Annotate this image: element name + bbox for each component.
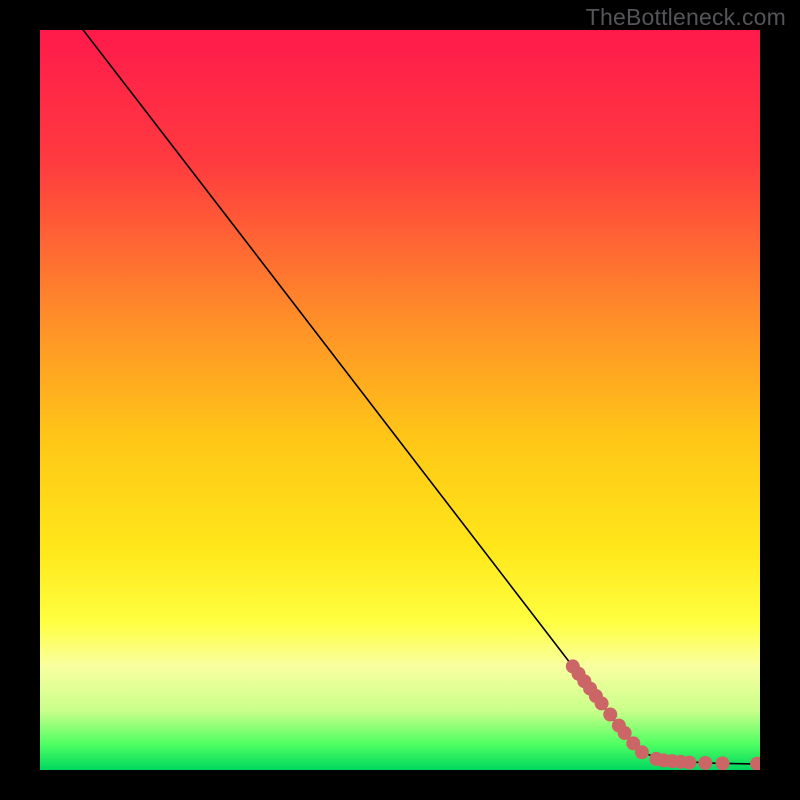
plot-background — [40, 30, 760, 770]
data-marker — [716, 756, 730, 770]
data-marker — [635, 745, 649, 759]
data-marker — [698, 756, 712, 770]
chart-frame: TheBottleneck.com — [0, 0, 800, 800]
heat-gradient-plot — [40, 30, 760, 770]
data-marker — [682, 756, 696, 770]
data-marker — [603, 708, 617, 722]
data-marker — [595, 696, 609, 710]
watermark-text: TheBottleneck.com — [586, 4, 786, 31]
